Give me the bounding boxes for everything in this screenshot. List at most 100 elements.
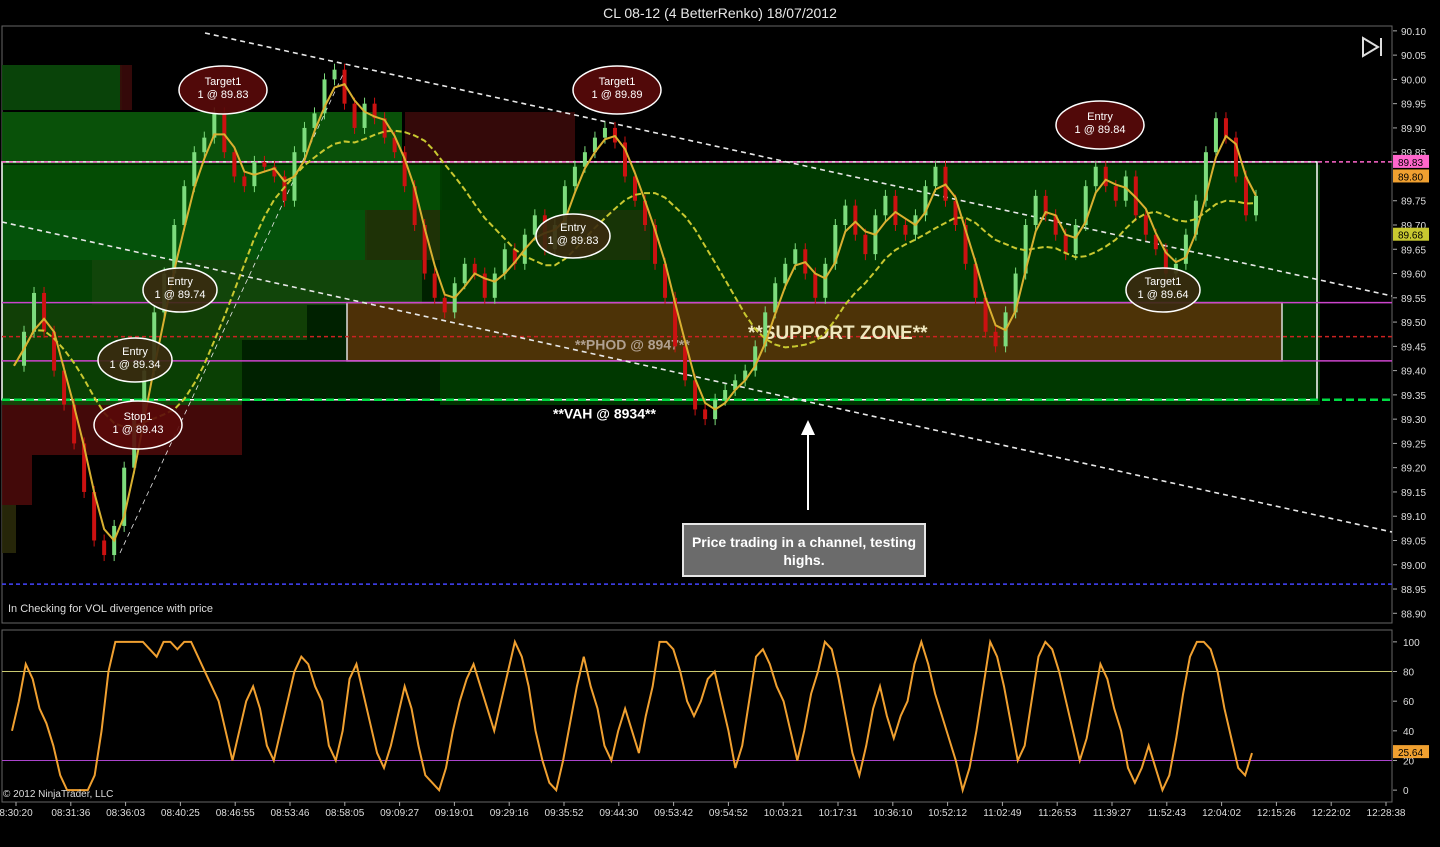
renko-bar xyxy=(362,103,367,128)
renko-bar xyxy=(232,152,237,177)
trade-marker-label: Target1 xyxy=(205,76,242,88)
y-tick-label: 88.90 xyxy=(1401,609,1426,620)
renko-bar xyxy=(262,161,267,167)
renko-bar xyxy=(202,137,207,153)
y-tick-label: 90.10 xyxy=(1401,27,1426,38)
oscillator-tick-label: 60 xyxy=(1403,697,1415,708)
x-tick-label: 09:44:30 xyxy=(599,808,638,819)
volume-profile-block xyxy=(405,112,575,164)
x-tick-label: 08:53:46 xyxy=(271,808,310,819)
trade-marker-detail: 1 @ 89.34 xyxy=(110,359,161,371)
renko-bar xyxy=(462,263,467,284)
renko-bar xyxy=(1243,176,1248,216)
x-tick-label: 09:53:42 xyxy=(654,808,693,819)
renko-bar xyxy=(813,273,818,298)
renko-bar xyxy=(903,225,908,235)
y-tick-label: 89.60 xyxy=(1401,270,1426,281)
x-tick-label: 09:54:52 xyxy=(709,808,748,819)
volume-profile-block xyxy=(2,505,16,553)
renko-bar xyxy=(883,195,888,216)
trade-marker-detail: 1 @ 89.89 xyxy=(592,89,643,101)
scroll-to-end-icon[interactable] xyxy=(1360,36,1386,58)
renko-bar xyxy=(42,292,47,332)
oscillator-tick-label: 40 xyxy=(1403,727,1415,738)
phod-label: **PHOD @ 8947** xyxy=(575,337,690,353)
x-tick-label: 08:46:55 xyxy=(216,808,255,819)
volume-profile-block xyxy=(2,455,32,505)
trade-marker-label: Entry xyxy=(1087,111,1113,123)
volume-profile-block xyxy=(2,112,402,164)
renko-bar xyxy=(893,195,898,225)
x-tick-label: 09:09:27 xyxy=(380,808,419,819)
oscillator-tick-label: 0 xyxy=(1403,786,1409,797)
renko-bar xyxy=(492,273,497,298)
renko-bar xyxy=(242,176,247,187)
renko-bar xyxy=(703,409,708,420)
trade-marker-detail: 1 @ 89.74 xyxy=(155,289,206,301)
y-tick-label: 89.00 xyxy=(1401,561,1426,572)
trade-marker-label: Stop1 xyxy=(124,411,153,423)
y-tick-label: 89.45 xyxy=(1401,342,1426,353)
renko-bar xyxy=(683,346,688,381)
price-badge-label: 89.68 xyxy=(1398,231,1423,242)
x-tick-label: 12:22:02 xyxy=(1312,808,1351,819)
y-tick-label: 89.15 xyxy=(1401,488,1426,499)
y-tick-label: 88.95 xyxy=(1401,585,1426,596)
renko-bar xyxy=(302,127,307,153)
renko-bar xyxy=(1033,195,1038,225)
y-tick-label: 89.95 xyxy=(1401,100,1426,111)
oscillator-panel xyxy=(1,629,1393,803)
price-chart[interactable]: **PHOD @ 8947** **VAH @ 8934** **SUPPORT Z… xyxy=(0,0,1440,847)
renko-bar xyxy=(1103,166,1108,187)
renko-bar xyxy=(1143,215,1148,235)
volume-profile-block xyxy=(120,65,132,110)
y-tick-label: 89.55 xyxy=(1401,294,1426,305)
trade-marker-detail: 1 @ 89.83 xyxy=(198,89,249,101)
x-tick-label: 10:52:12 xyxy=(928,808,967,819)
price-badge-label: 89.83 xyxy=(1398,158,1423,169)
trade-marker-detail: 1 @ 89.64 xyxy=(1138,289,1189,301)
trade-marker-label: Entry xyxy=(167,276,193,288)
renko-bar xyxy=(633,176,637,201)
renko-bar xyxy=(102,540,107,556)
x-tick-label: 12:28:38 xyxy=(1367,808,1406,819)
oscillator-tick-label: 80 xyxy=(1403,668,1415,679)
y-tick-label: 89.75 xyxy=(1401,197,1426,208)
renko-bar xyxy=(1254,195,1258,216)
trade-marker-label: Target1 xyxy=(1145,276,1182,288)
x-tick-label: 10:17:31 xyxy=(819,808,858,819)
y-tick-label: 89.05 xyxy=(1401,536,1426,547)
support-zone-label: **SUPPORT ZONE** xyxy=(748,323,928,344)
renko-bar xyxy=(352,103,357,128)
indicator-note: In Checking for VOL divergence with pric… xyxy=(8,603,214,615)
x-tick-label: 08:31:36 xyxy=(51,808,90,819)
trade-marker-detail: 1 @ 89.43 xyxy=(113,424,164,436)
renko-bar xyxy=(1213,118,1218,153)
y-tick-label: 90.00 xyxy=(1401,75,1426,86)
renko-bar xyxy=(853,205,858,235)
y-tick-label: 89.10 xyxy=(1401,512,1426,523)
renko-bar xyxy=(793,249,798,264)
renko-bar xyxy=(1093,166,1098,187)
x-tick-label: 11:52:43 xyxy=(1148,808,1187,819)
renko-bar xyxy=(502,249,507,274)
renko-bar xyxy=(823,263,828,298)
y-tick-label: 89.50 xyxy=(1401,318,1426,329)
renko-bar xyxy=(1223,118,1228,138)
x-tick-label: 11:39:27 xyxy=(1093,808,1132,819)
trade-marker-label: Target1 xyxy=(599,76,636,88)
x-tick-label: 09:19:01 xyxy=(435,808,474,819)
renko-bar xyxy=(993,331,998,347)
x-tick-label: 11:26:53 xyxy=(1038,808,1077,819)
renko-bar xyxy=(1073,225,1078,255)
vah-label: **VAH @ 8934** xyxy=(553,406,656,422)
renko-bar xyxy=(933,166,938,187)
renko-bar xyxy=(783,263,788,284)
trade-marker-detail: 1 @ 89.84 xyxy=(1075,124,1126,136)
x-tick-label: 08:58:05 xyxy=(325,808,364,819)
x-tick-label: 08:36:03 xyxy=(106,808,145,819)
y-tick-label: 89.40 xyxy=(1401,367,1426,378)
x-tick-label: 11:02:49 xyxy=(983,808,1022,819)
volume-profile-block xyxy=(2,65,122,110)
renko-bar xyxy=(1183,234,1188,264)
